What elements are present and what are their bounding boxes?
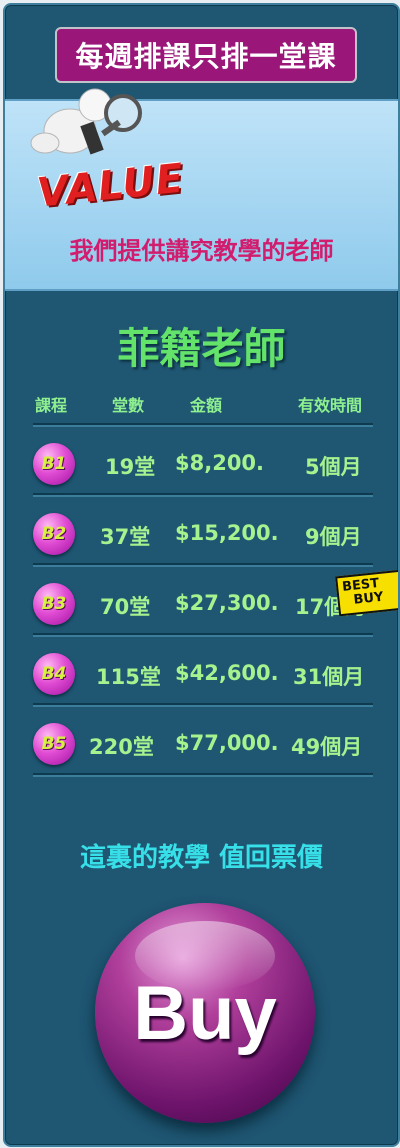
column-header-price: 金額 [190, 396, 223, 415]
column-header-course: 課程 [35, 396, 68, 415]
course-code-pill: B2 [33, 513, 75, 555]
price-cell: $27,300. [175, 591, 279, 615]
validity-cell: 5個月 [305, 455, 362, 479]
validity-cell: 31個月 [293, 665, 365, 689]
validity-cell: 49個月 [291, 735, 363, 759]
lessons-cell: 70堂 [100, 595, 151, 619]
table-row[interactable]: B5 220堂 $77,000. 49個月 [33, 715, 373, 775]
price-cell: $77,000. [175, 731, 279, 755]
price-cell: $8,200. [175, 451, 265, 475]
best-buy-line2: BUY [352, 589, 385, 608]
price-cell: $15,200. [175, 521, 279, 545]
pricing-card: 每週排課只排一堂課 VALUE 我們提供講究教學的老師 菲籍老師 課程 堂數 金… [3, 3, 400, 1147]
validity-cell: 9個月 [305, 525, 362, 549]
column-header-validity: 有效時間 [298, 396, 363, 415]
value-subtitle: 我們提供講究教學的老師 [69, 237, 334, 265]
buy-button-label: Buy [133, 970, 277, 1056]
lessons-cell: 220堂 [89, 735, 154, 759]
tagline: 這裏的教學 值回票價 [79, 843, 324, 873]
course-code-pill: B4 [33, 653, 75, 695]
header-badge: 每週排課只排一堂課 [55, 27, 357, 83]
table-row[interactable]: B3 70堂 $27,300. 17個月 [33, 575, 373, 635]
price-cell: $42,600. [175, 661, 279, 685]
table-header: 課程 堂數 金額 有效時間 [5, 392, 398, 416]
lessons-cell: 115堂 [96, 665, 161, 689]
pricing-title: 菲籍老師 [117, 324, 286, 373]
header-divider [33, 423, 373, 425]
column-header-lessons: 堂數 [112, 396, 145, 415]
lessons-cell: 19堂 [105, 455, 156, 479]
best-buy-tag-icon: BEST BUY [335, 569, 398, 617]
course-code-pill: B1 [33, 443, 75, 485]
table-row[interactable]: B1 19堂 $8,200. 5個月 [33, 435, 373, 495]
lessons-cell: 37堂 [100, 525, 151, 549]
course-code-pill: B3 [33, 583, 75, 625]
table-row[interactable]: B4 115堂 $42,600. 31個月 [33, 645, 373, 705]
table-row[interactable]: B2 37堂 $15,200. 9個月 [33, 505, 373, 565]
buy-button[interactable]: Buy [95, 903, 315, 1123]
course-code-pill: B5 [33, 723, 75, 765]
